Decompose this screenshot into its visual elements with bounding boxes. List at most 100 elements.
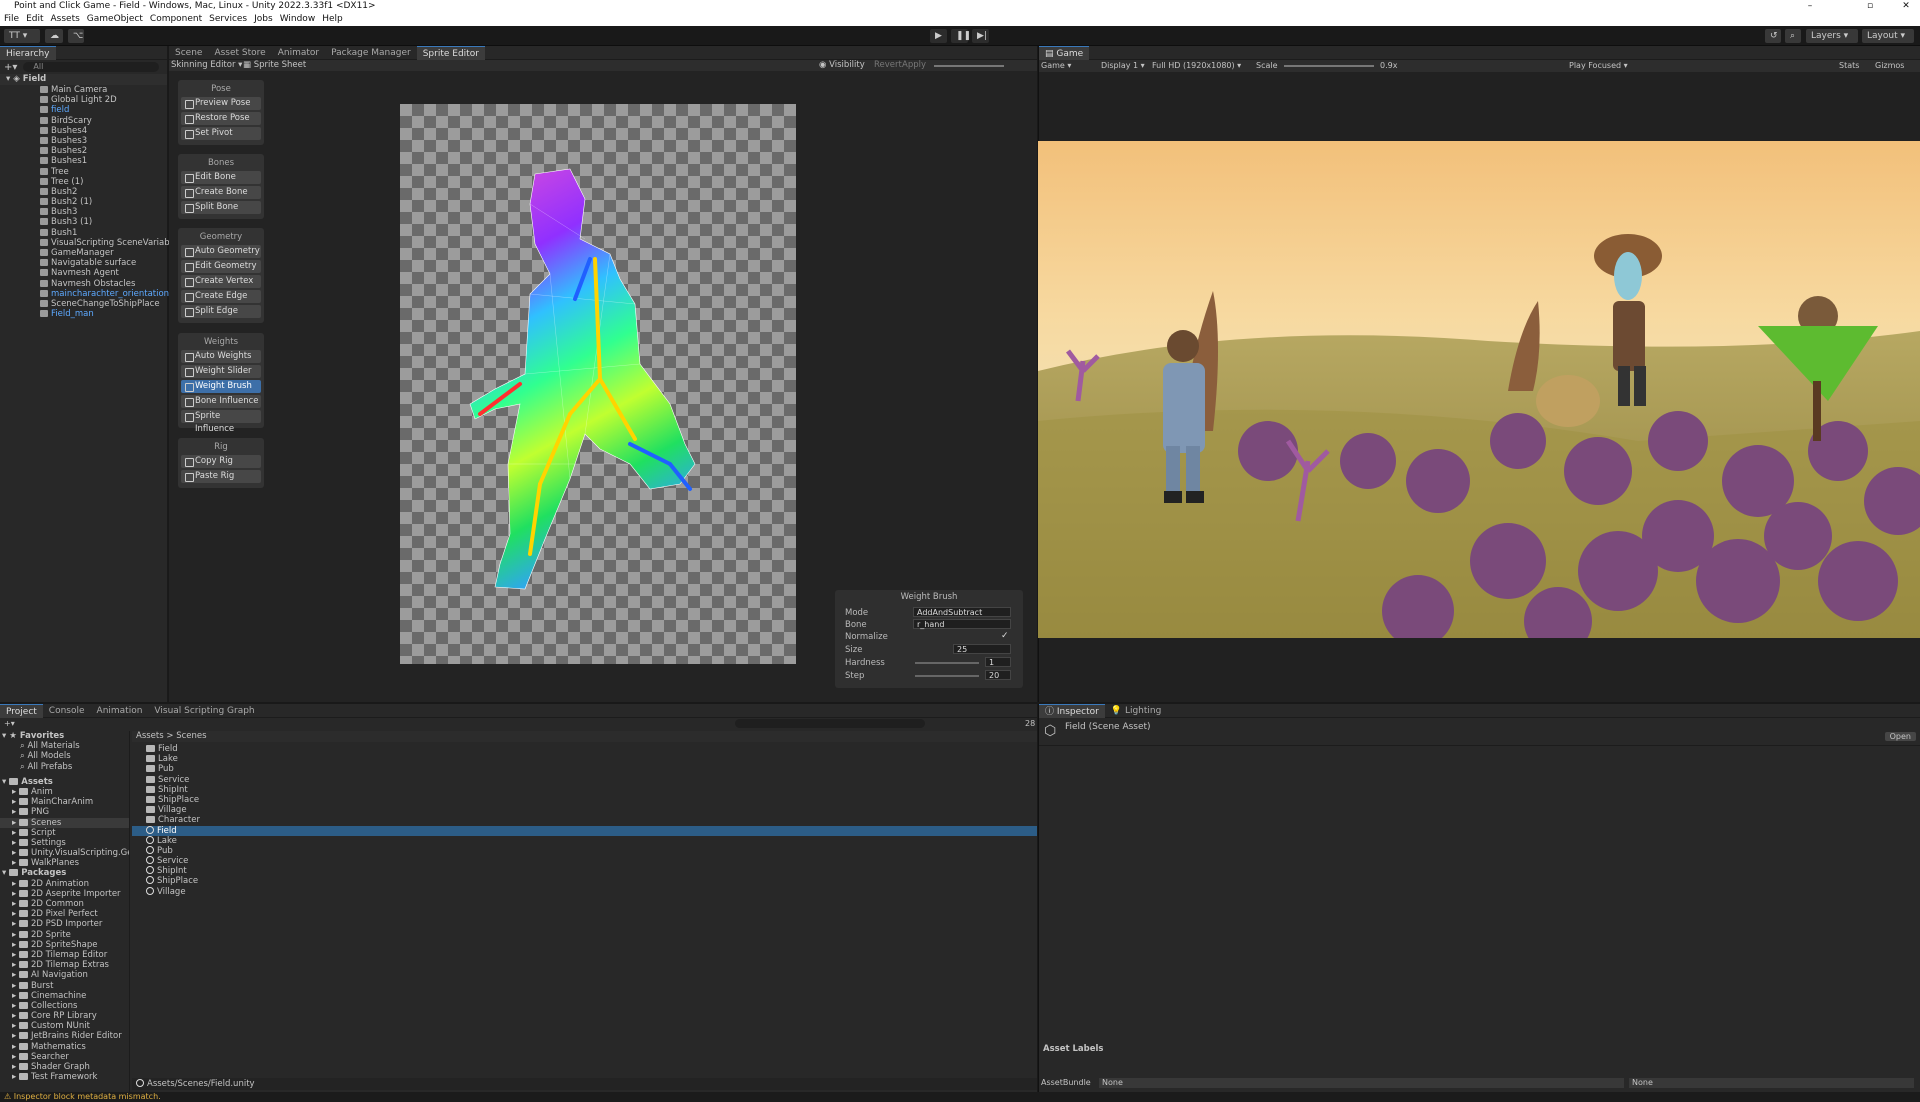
hierarchy-item[interactable]: Main Camera — [40, 85, 167, 95]
project-search-input[interactable] — [735, 719, 925, 728]
hierarchy-item[interactable]: Navmesh Agent — [40, 268, 167, 278]
package-folder[interactable]: ▸ 2D SpriteShape — [0, 940, 129, 950]
sprite-sheet-button[interactable]: ▦ Sprite Sheet — [243, 60, 306, 71]
package-folder[interactable]: ▸ Test Framework — [0, 1072, 129, 1082]
tab-sprite-editor[interactable]: Sprite Editor — [416, 45, 485, 60]
create-bone-button[interactable]: Create Bone — [181, 186, 261, 199]
size-field[interactable]: 25 — [953, 644, 1011, 654]
tab-visual-scripting-graph[interactable]: Visual Scripting Graph — [148, 704, 260, 718]
package-folder[interactable]: ▸ 2D Aseprite Importer — [0, 889, 129, 899]
asset-folder[interactable]: ▸ Settings — [0, 838, 129, 848]
close-icon[interactable]: ✕ — [1896, 0, 1916, 12]
game-view[interactable] — [1038, 141, 1920, 638]
create-asset-icon[interactable]: +▾ — [4, 718, 15, 729]
add-icon[interactable]: +▾ — [4, 62, 17, 73]
edit-geometry-button[interactable]: Edit Geometry — [181, 260, 261, 273]
tab-scene[interactable]: Scene — [169, 46, 208, 60]
apply-button[interactable]: Apply — [902, 60, 926, 71]
scene-asset[interactable]: ShipPlace — [132, 876, 1037, 886]
packages-header[interactable]: ▾ Packages — [0, 868, 129, 878]
hierarchy-item[interactable]: Global Light 2D — [40, 95, 167, 105]
tab-lighting[interactable]: 💡 Lighting — [1105, 704, 1167, 718]
asset-folder[interactable]: ▸ WalkPlanes — [0, 858, 129, 868]
menu-window[interactable]: Window — [280, 12, 316, 26]
scene-asset[interactable]: Lake — [132, 835, 1037, 846]
mode-dropdown[interactable]: AddAndSubtract — [913, 607, 1011, 617]
search-icon[interactable]: ⌕ — [1785, 29, 1801, 43]
content-folder[interactable]: Lake — [132, 754, 1037, 764]
hardness-slider[interactable] — [915, 662, 979, 664]
package-folder[interactable]: ▸ 2D Sprite — [0, 930, 129, 940]
hierarchy-item[interactable]: field — [40, 105, 167, 115]
stats-button[interactable]: Stats — [1839, 60, 1859, 72]
assets-header[interactable]: ▾ Assets — [0, 777, 129, 787]
scene-asset[interactable]: Field — [132, 825, 1037, 836]
menu-gameobject[interactable]: GameObject — [87, 12, 143, 26]
package-folder[interactable]: ▸ AI Navigation — [0, 970, 129, 980]
open-button[interactable]: Open — [1884, 732, 1916, 741]
preview-pose-button[interactable]: Preview Pose — [181, 97, 261, 110]
step-field[interactable]: 20 — [985, 670, 1011, 680]
hierarchy-item[interactable]: Bush3 (1) — [40, 217, 167, 227]
create-vertex-button[interactable]: Create Vertex — [181, 275, 261, 288]
menu-component[interactable]: Component — [150, 12, 202, 26]
content-folder[interactable]: Character — [132, 815, 1037, 825]
step-button[interactable]: ▶| — [972, 29, 989, 43]
menu-assets[interactable]: Assets — [51, 12, 80, 26]
tab-console[interactable]: Console — [43, 704, 91, 718]
set-pivot-button[interactable]: Set Pivot — [181, 127, 261, 140]
play-button[interactable]: ▶ — [930, 29, 947, 43]
tab-package-manager[interactable]: Package Manager — [325, 46, 417, 60]
resolution-dropdown[interactable]: Full HD (1920x1080) ▾ — [1152, 60, 1241, 72]
menu-jobs[interactable]: Jobs — [254, 12, 273, 26]
cloud-icon[interactable]: ☁ — [45, 29, 63, 43]
breadcrumb-assets[interactable]: Assets — [136, 731, 164, 741]
asset-folder[interactable]: ▸ Scenes — [0, 817, 129, 828]
menu-help[interactable]: Help — [322, 12, 343, 26]
revert-button[interactable]: Revert — [874, 60, 902, 71]
hierarchy-item[interactable]: Bush3 — [40, 207, 167, 217]
asset-folder[interactable]: ▸ Unity.VisualScripting.Gen — [0, 848, 129, 858]
package-folder[interactable]: ▸ Searcher — [0, 1052, 129, 1062]
package-folder[interactable]: ▸ Custom NUnit — [0, 1021, 129, 1031]
bone-dropdown[interactable]: r_hand — [913, 619, 1011, 629]
pause-button[interactable]: ❚❚ — [951, 29, 971, 43]
split-edge-button[interactable]: Split Edge — [181, 305, 261, 318]
hierarchy-item[interactable]: Tree (1) — [40, 177, 167, 187]
hierarchy-item[interactable]: maincharachter_orientations — [40, 289, 174, 299]
hardness-field[interactable]: 1 — [985, 657, 1011, 667]
split-bone-button[interactable]: Split Bone — [181, 201, 261, 214]
favorite-item[interactable]: ⌕ All Prefabs — [0, 762, 129, 772]
copy-rig-button[interactable]: Copy Rig — [181, 455, 261, 468]
tab-asset-store[interactable]: Asset Store — [208, 46, 271, 60]
step-slider[interactable] — [915, 675, 979, 677]
scene-asset[interactable]: Pub — [132, 845, 1037, 856]
normalize-checkbox[interactable]: ✓ — [1001, 631, 1009, 641]
sprite-influence-button[interactable]: Sprite Influence — [181, 410, 261, 434]
minimize-icon[interactable]: – — [1800, 0, 1820, 12]
asset-folder[interactable]: ▸ MainCharAnim — [0, 797, 129, 807]
weight-brush-button[interactable]: Weight Brush — [181, 380, 261, 393]
zoom-slider[interactable] — [934, 65, 1004, 67]
create-edge-button[interactable]: Create Edge — [181, 290, 261, 303]
layers-dropdown[interactable]: Layers ▾ — [1806, 29, 1858, 43]
content-folder[interactable]: Service — [132, 775, 1037, 785]
auto-weights-button[interactable]: Auto Weights — [181, 350, 261, 363]
package-folder[interactable]: ▸ 2D Tilemap Extras — [0, 960, 129, 970]
variant-dropdown[interactable]: None — [1629, 1078, 1914, 1088]
tab-animation[interactable]: Animation — [91, 704, 149, 718]
hierarchy-item[interactable]: Tree — [40, 167, 167, 177]
content-folder[interactable]: Pub — [132, 764, 1037, 774]
hierarchy-item[interactable]: Navmesh Obstacles — [40, 279, 167, 289]
scene-asset[interactable]: ShipInt — [132, 866, 1037, 876]
gizmos-dropdown[interactable]: Gizmos — [1875, 60, 1904, 72]
package-folder[interactable]: ▸ Core RP Library — [0, 1011, 129, 1021]
weight-slider-button[interactable]: Weight Slider — [181, 365, 261, 378]
asset-folder[interactable]: ▸ PNG — [0, 807, 129, 817]
hierarchy-item[interactable]: VisualScripting SceneVariables — [40, 238, 182, 248]
account-button[interactable]: TT ▾ — [4, 29, 40, 43]
breadcrumb-scenes[interactable]: Scenes — [176, 731, 206, 741]
edit-bone-button[interactable]: Edit Bone — [181, 171, 261, 184]
hierarchy-item[interactable]: Bush2 (1) — [40, 197, 167, 207]
favorites-header[interactable]: ▾ ★ Favorites — [0, 731, 129, 741]
